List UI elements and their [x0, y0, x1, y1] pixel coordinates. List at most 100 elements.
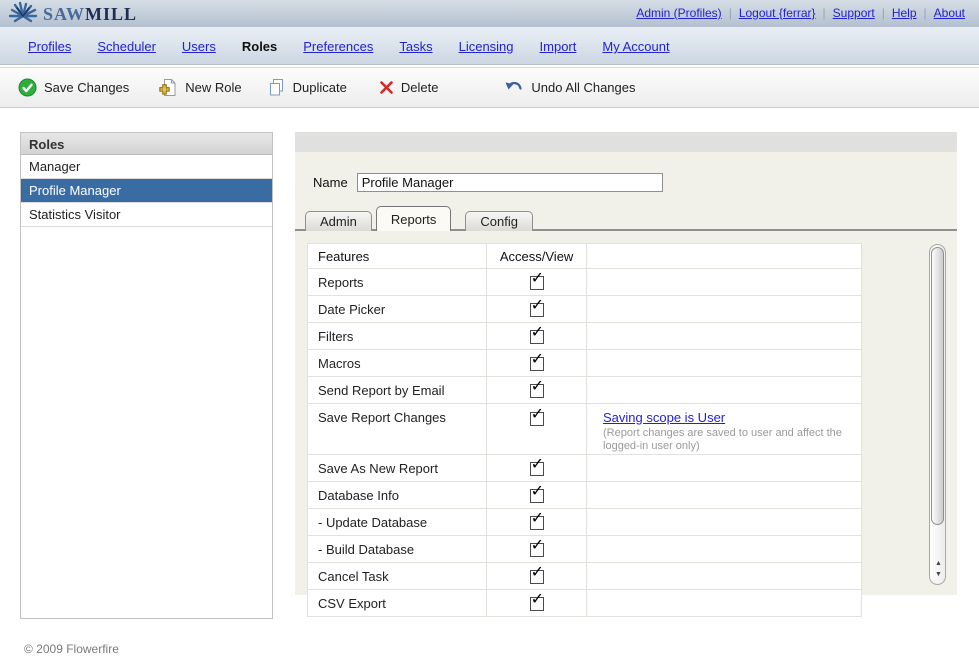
name-row: Name	[313, 173, 663, 192]
feature-row-csv-export: CSV Export ✓	[308, 590, 862, 617]
nav-item-import[interactable]: Import	[540, 39, 577, 54]
nav-bar: Profiles Scheduler Users Roles Preferences Ta…	[0, 27, 979, 65]
undo-all-changes-button[interactable]: Undo All Changes	[504, 79, 635, 96]
main-panel-top-bar	[295, 132, 957, 152]
feature-row-save-report-changes: Save Report Changes✓Saving scope is User…	[308, 404, 862, 455]
page-plus-icon	[159, 78, 178, 97]
duplicate-label: Duplicate	[293, 80, 347, 95]
save-changes-button[interactable]: Save Changes	[18, 78, 129, 97]
feature-label: Macros	[308, 350, 487, 377]
access-checkbox[interactable]: ✓	[530, 462, 544, 476]
features-table-wrap: Features Access/View Reports✓Date Picker…	[307, 243, 862, 617]
feature-row-date-picker: Date Picker✓	[308, 296, 862, 323]
access-checkbox[interactable]: ✓	[530, 516, 544, 530]
table-header-row: Features Access/View	[308, 244, 862, 269]
feature-row-update-database: - Update Database ✓	[308, 509, 862, 536]
delete-label: Delete	[401, 80, 439, 95]
features-table: Features Access/View Reports✓Date Picker…	[307, 243, 862, 617]
feature-row-filters: Filters✓	[308, 323, 862, 350]
roles-sidebar-title: Roles	[21, 133, 272, 155]
nav-item-profiles[interactable]: Profiles	[28, 39, 71, 54]
scrollbar-thumb[interactable]	[931, 247, 944, 525]
top-link-support[interactable]: Support	[833, 6, 875, 20]
new-role-button[interactable]: New Role	[159, 78, 241, 97]
toolbar: Save Changes New Role Duplicate	[0, 67, 979, 108]
feature-row-macros: Macros ✓	[308, 350, 862, 377]
nav-item-users[interactable]: Users	[182, 39, 216, 54]
feature-label: CSV Export	[308, 590, 487, 617]
feature-label: - Build Database	[308, 536, 487, 563]
feature-label: - Update Database	[308, 509, 487, 536]
access-checkbox[interactable]: ✓	[530, 357, 544, 371]
access-checkbox[interactable]: ✓	[530, 543, 544, 557]
access-checkbox[interactable]: ✓	[530, 276, 544, 290]
access-checkbox[interactable]: ✓	[530, 570, 544, 584]
roles-sidebar: Roles ManagerProfile ManagerStatistics V…	[20, 132, 273, 619]
access-view-column-header: Access/View	[487, 244, 587, 269]
header-bar: SAWMILL Admin (Profiles) | Logout {ferrar}…	[0, 0, 979, 27]
logo-text: SAWMILL	[43, 4, 137, 25]
delete-button[interactable]: Delete	[379, 80, 439, 95]
check-mark: ✓	[531, 406, 544, 422]
tab-reports[interactable]: Reports	[376, 206, 452, 231]
access-checkbox[interactable]: ✓	[530, 384, 544, 398]
top-link-help[interactable]: Help	[892, 6, 917, 20]
logo-mill: MILL	[85, 4, 137, 24]
access-checkbox[interactable]: ✓	[530, 597, 544, 611]
access-checkbox[interactable]: ✓	[530, 412, 544, 426]
tabs: AdminReports Config	[305, 206, 533, 231]
logo-saw: SAW	[43, 4, 85, 24]
feature-row-database-info: Database Info✓	[308, 482, 862, 509]
feature-label: Cancel Task	[308, 563, 487, 590]
nav-item-roles[interactable]: Roles	[242, 39, 277, 54]
save-changes-label: Save Changes	[44, 80, 129, 95]
green-check-circle-icon	[18, 78, 37, 97]
scroll-up-arrow[interactable]: ▲	[930, 558, 947, 569]
duplicate-button[interactable]: Duplicate	[268, 78, 347, 97]
role-item-manager[interactable]: Manager	[21, 155, 272, 179]
scrollbar-arrows: ▲ ▼	[930, 558, 947, 580]
role-item-statistics-visitor[interactable]: Statistics Visitor	[21, 203, 272, 227]
nav-item-tasks[interactable]: Tasks	[399, 39, 432, 54]
red-x-icon	[379, 80, 394, 95]
copy-pages-icon	[268, 78, 286, 97]
roles-list: ManagerProfile ManagerStatistics Visitor	[21, 155, 272, 227]
nav-item-scheduler[interactable]: Scheduler	[97, 39, 156, 54]
new-role-label: New Role	[185, 80, 241, 95]
access-checkbox[interactable]: ✓	[530, 303, 544, 317]
tab-config[interactable]: Config	[465, 211, 533, 231]
check-mark: ✓	[531, 351, 544, 367]
app-logo: SAWMILL	[8, 1, 137, 27]
link-separator: |	[729, 6, 732, 20]
role-item-profile-manager[interactable]: Profile Manager	[21, 179, 272, 203]
check-mark: ✓	[531, 564, 544, 580]
tab-admin[interactable]: Admin	[305, 211, 372, 231]
link-separator: |	[882, 6, 885, 20]
sawmill-starburst-icon	[8, 1, 38, 27]
check-mark: ✓	[531, 378, 544, 394]
name-input[interactable]	[357, 173, 663, 192]
saving-scope-link[interactable]: Saving scope is User	[603, 410, 725, 425]
access-checkbox[interactable]: ✓	[530, 330, 544, 344]
feature-label: Reports	[308, 269, 487, 296]
feature-row-reports: Reports ✓	[308, 269, 862, 296]
top-link-logout-ferrar[interactable]: Logout {ferrar}	[739, 6, 816, 20]
check-mark: ✓	[531, 324, 544, 340]
access-checkbox[interactable]: ✓	[530, 489, 544, 503]
check-mark: ✓	[531, 591, 544, 607]
feature-label: Send Report by Email	[308, 377, 487, 404]
scrollbar-track[interactable]: ▲ ▼	[929, 244, 946, 585]
top-links: Admin (Profiles) | Logout {ferrar} | Support…	[632, 6, 969, 20]
nav-item-preferences[interactable]: Preferences	[303, 39, 373, 54]
top-link-about[interactable]: About	[934, 6, 965, 20]
features-column-header: Features	[308, 244, 487, 269]
scroll-down-arrow[interactable]: ▼	[930, 569, 947, 580]
nav-item-my-account[interactable]: My Account	[602, 39, 669, 54]
nav-item-licensing[interactable]: Licensing	[459, 39, 514, 54]
nav-links: Profiles Scheduler Users Roles Preferences Ta…	[0, 27, 979, 54]
link-separator: |	[924, 6, 927, 20]
scrollbar[interactable]: ▲ ▼	[929, 244, 948, 585]
copyright-text: © 2009 Flowerfire	[24, 642, 119, 656]
top-link-admin-profiles[interactable]: Admin (Profiles)	[636, 6, 721, 20]
feature-row-save-as-new-report: Save As New Report✓	[308, 455, 862, 482]
